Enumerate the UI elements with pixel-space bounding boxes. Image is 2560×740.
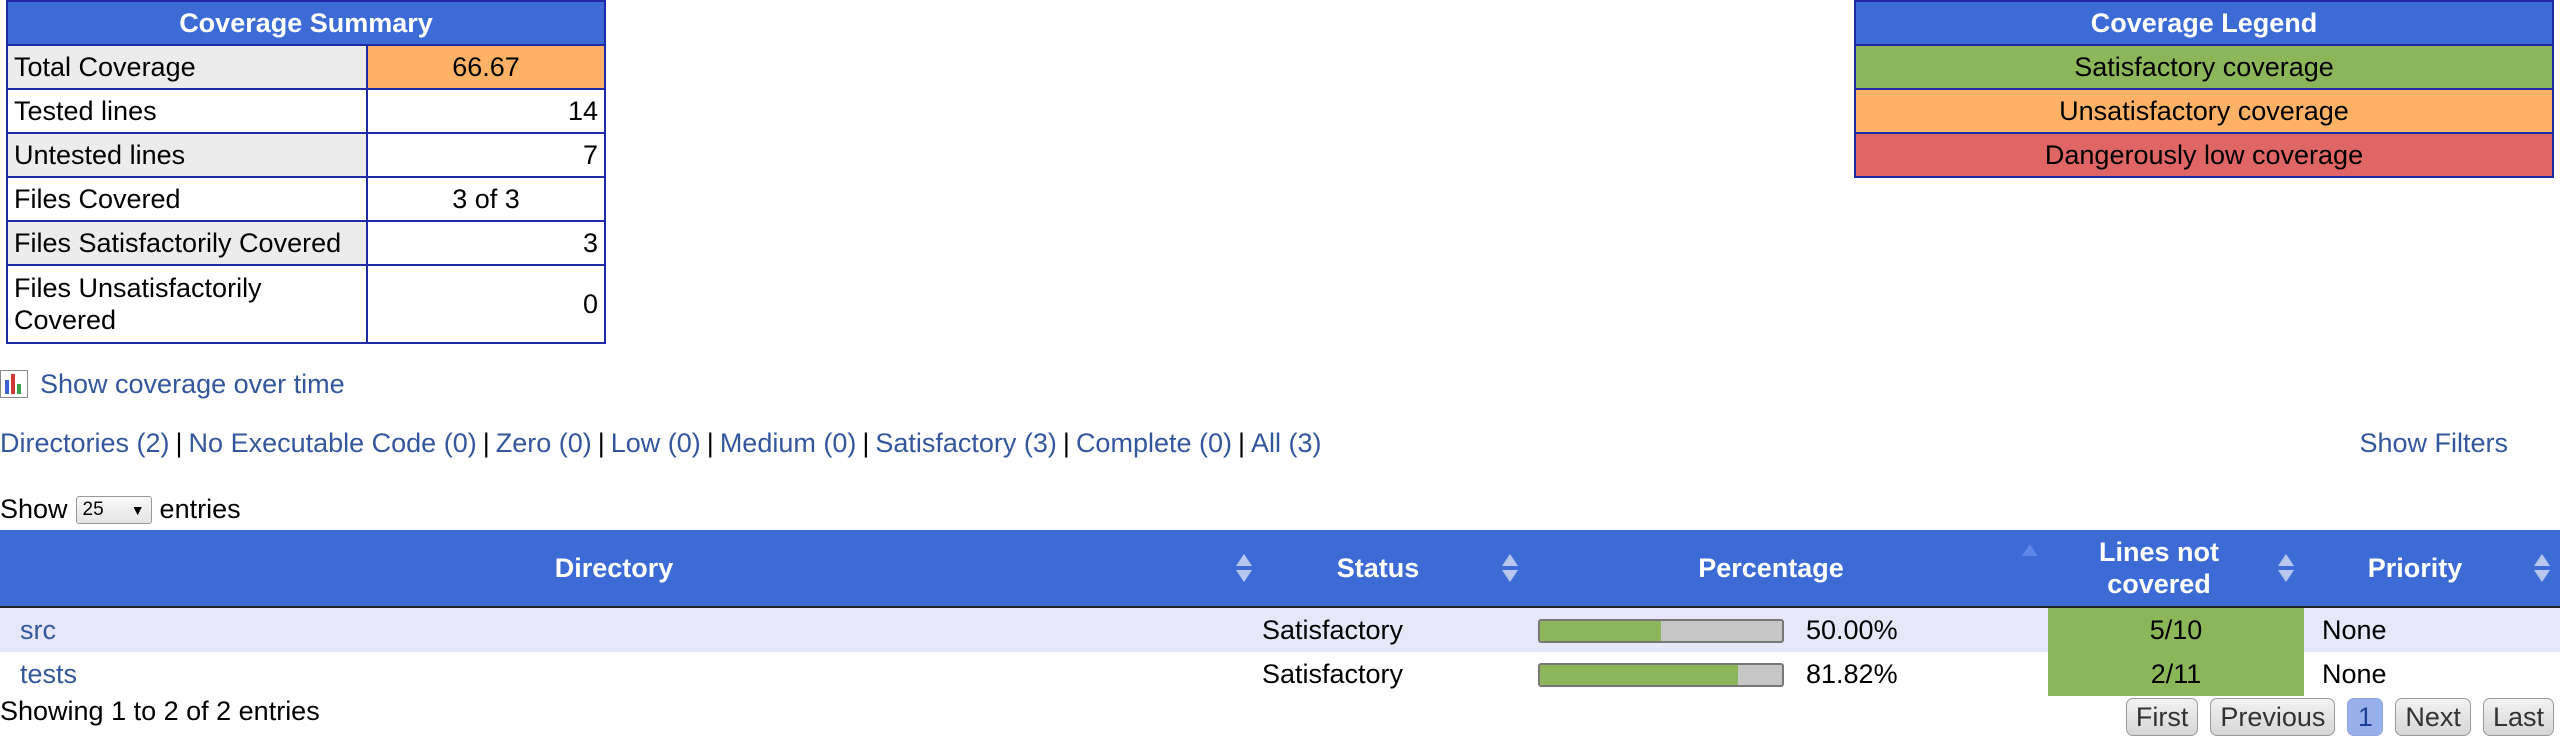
directory-cell: tests	[0, 652, 1262, 696]
column-label: Status	[1336, 553, 1420, 583]
entries-suffix: entries	[159, 494, 241, 524]
priority-cell: None	[2304, 607, 2560, 652]
filter-satisfactory[interactable]: Satisfactory (3)	[875, 428, 1057, 458]
summary-row: Files Satisfactorily Covered 3	[6, 220, 606, 266]
total-coverage-value: 66.67	[366, 44, 606, 90]
entries-length-control: Show 25 ▼ entries	[0, 494, 241, 525]
table-row: tests Satisfactory 81.82% 2/11 None	[0, 652, 2560, 696]
directory-link[interactable]: tests	[20, 659, 77, 689]
column-label: Priority	[2367, 553, 2463, 583]
column-header-directory[interactable]: Directory	[0, 530, 1262, 608]
summary-value: 3	[366, 220, 606, 266]
progress-fill	[1540, 620, 1661, 641]
chevron-down-icon: ▼	[130, 501, 145, 518]
summary-label: Total Coverage	[6, 44, 368, 90]
last-page-button[interactable]: Last	[2482, 698, 2554, 736]
directory-cell: src	[0, 607, 1262, 652]
summary-row: Files Covered 3 of 3	[6, 176, 606, 222]
directory-link[interactable]: src	[20, 615, 56, 645]
bar-chart-icon[interactable]	[0, 370, 28, 398]
summary-label-text: Files Unsatisfactorily Covered	[14, 273, 262, 335]
table-info: Showing 1 to 2 of 2 entries	[0, 696, 320, 726]
coverage-over-time: Show coverage over time	[0, 364, 345, 404]
summary-row: Untested lines 7	[6, 132, 606, 178]
summary-row: Tested lines 14	[6, 88, 606, 134]
filter-directories[interactable]: Directories (2)	[0, 428, 170, 458]
filter-zero[interactable]: Zero (0)	[496, 428, 592, 458]
entries-select-value: 25	[82, 498, 104, 520]
sort-icon	[2278, 554, 2294, 582]
filter-no-executable-code[interactable]: No Executable Code (0)	[189, 428, 477, 458]
page-1-button[interactable]: 1	[2347, 698, 2384, 736]
show-coverage-over-time-link[interactable]: Show coverage over time	[40, 369, 345, 400]
legend-unsatisfactory: Unsatisfactory coverage	[1854, 88, 2554, 134]
first-page-button[interactable]: First	[2125, 698, 2199, 736]
lines-not-covered-cell: 5/10	[2048, 607, 2304, 652]
summary-value: 14	[366, 88, 606, 134]
coverage-progress-bar	[1538, 618, 1784, 643]
filter-all[interactable]: All (3)	[1251, 428, 1322, 458]
progress-fill	[1540, 664, 1738, 685]
summary-row: Total Coverage 66.67	[6, 44, 606, 90]
entries-select[interactable]: 25 ▼	[75, 495, 152, 524]
filter-complete[interactable]: Complete (0)	[1076, 428, 1232, 458]
summary-label: Tested lines	[6, 88, 368, 134]
previous-page-button[interactable]: Previous	[2210, 698, 2336, 736]
legend-dangerously-low: Dangerously low coverage	[1854, 132, 2554, 178]
filter-low[interactable]: Low (0)	[611, 428, 701, 458]
sort-ascending-icon	[2022, 544, 2038, 572]
summary-label: Files Unsatisfactorily Covered	[6, 264, 368, 344]
column-header-percentage[interactable]: Percentage	[1528, 530, 2048, 608]
coverage-summary-table: Coverage Summary Total Coverage 66.67 Te…	[6, 0, 606, 344]
column-label: Lines not covered	[2099, 537, 2219, 599]
column-header-priority[interactable]: Priority	[2304, 530, 2560, 608]
next-page-button[interactable]: Next	[2395, 698, 2471, 736]
percentage-cell: 81.82%	[1528, 652, 2048, 696]
filter-links: Directories (2) | No Executable Code (0) | Z…	[0, 428, 1322, 458]
column-label: Percentage	[1698, 553, 1844, 583]
column-header-status[interactable]: Status	[1262, 530, 1528, 608]
column-header-lines-not-covered[interactable]: Lines not covered	[2048, 530, 2304, 608]
column-label: Directory	[554, 553, 674, 583]
coverage-legend-table: Coverage Legend Satisfactory coverage Un…	[1854, 0, 2554, 178]
summary-value: 0	[366, 264, 606, 344]
summary-label: Files Covered	[6, 176, 368, 222]
sort-icon	[1502, 554, 1518, 582]
status-cell: Satisfactory	[1262, 607, 1528, 652]
sort-icon	[2534, 554, 2550, 582]
status-cell: Satisfactory	[1262, 652, 1528, 696]
entries-prefix: Show	[0, 494, 68, 524]
summary-value: 3 of 3	[366, 176, 606, 222]
summary-value: 7	[366, 132, 606, 178]
coverage-legend-title: Coverage Legend	[1854, 0, 2554, 46]
legend-satisfactory: Satisfactory coverage	[1854, 44, 2554, 90]
summary-label: Untested lines	[6, 132, 368, 178]
percentage-text: 81.82%	[1806, 659, 1898, 690]
percentage-text: 50.00%	[1806, 615, 1898, 646]
show-filters-link[interactable]: Show Filters	[2359, 428, 2508, 459]
percentage-cell: 50.00%	[1528, 607, 2048, 652]
summary-row: Files Unsatisfactorily Covered 0	[6, 264, 606, 344]
coverage-progress-bar	[1538, 662, 1784, 687]
sort-icon	[1236, 554, 1252, 582]
lines-not-covered-cell: 2/11	[2048, 652, 2304, 696]
table-row: src Satisfactory 50.00% 5/10 None	[0, 607, 2560, 652]
priority-cell: None	[2304, 652, 2560, 696]
summary-label: Files Satisfactorily Covered	[6, 220, 368, 266]
directory-coverage-table: Directory Status Percentage Lines not co…	[0, 530, 2560, 696]
coverage-summary-title: Coverage Summary	[6, 0, 606, 46]
pagination: First Previous 1 Next Last	[2125, 698, 2554, 736]
filter-medium[interactable]: Medium (0)	[720, 428, 857, 458]
